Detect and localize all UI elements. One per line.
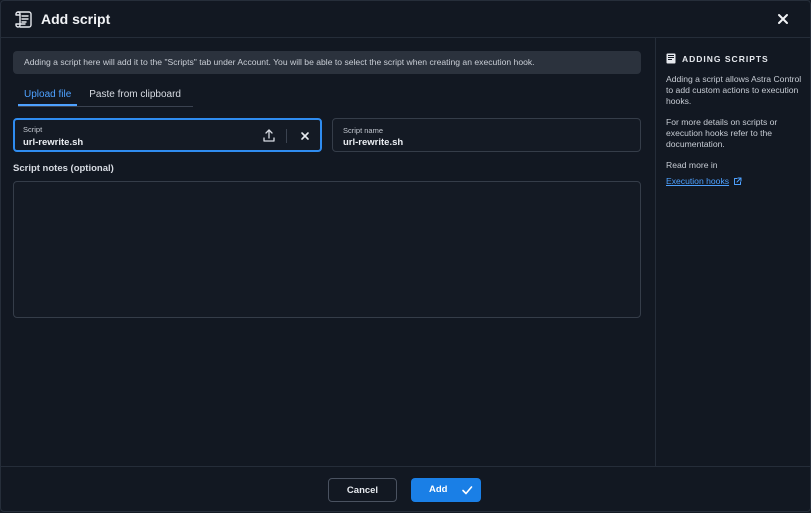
book-icon — [666, 53, 676, 64]
info-banner: Adding a script here will add it to the … — [13, 51, 641, 74]
script-file-input[interactable] — [23, 137, 243, 148]
sidebar-title-text: ADDING SCRIPTS — [682, 53, 769, 64]
close-dialog-button[interactable] — [774, 10, 792, 28]
external-link-icon — [734, 177, 742, 185]
field-divider — [286, 129, 287, 143]
script-notes-label: Script notes (optional) — [13, 163, 114, 174]
tab-paste-from-clipboard[interactable]: Paste from clipboard — [83, 87, 187, 106]
upload-icon — [263, 129, 275, 142]
script-name-input[interactable] — [343, 137, 563, 148]
cancel-button[interactable]: Cancel — [328, 478, 397, 502]
dialog-title: Add script — [41, 11, 111, 27]
tab-upload-file[interactable]: Upload file — [18, 87, 78, 106]
sidebar-title: ADDING SCRIPTS — [666, 53, 802, 64]
close-icon — [301, 132, 309, 140]
script-name-field[interactable]: Script name — [332, 118, 641, 152]
execution-hooks-link[interactable]: Execution hooks — [666, 176, 742, 186]
script-file-field[interactable]: Script — [13, 118, 322, 152]
upload-button[interactable] — [261, 128, 277, 144]
clear-script-button[interactable] — [298, 129, 312, 143]
check-icon — [462, 486, 473, 495]
source-tabs: Upload file Paste from clipboard — [18, 87, 193, 107]
sidebar-read-more: Read more in — [666, 160, 718, 170]
script-field-label: Script — [23, 125, 43, 134]
dialog-footer: Cancel Add — [1, 466, 810, 513]
add-button[interactable]: Add — [411, 478, 481, 502]
dialog-main: Adding a script here will add it to the … — [1, 38, 655, 466]
dialog-header: Add script — [1, 1, 810, 38]
add-script-dialog: Add script Adding a script here will add… — [0, 0, 811, 512]
close-icon — [778, 14, 788, 24]
add-button-label: Add — [429, 484, 448, 495]
sidebar-paragraph-1: Adding a script allows Astra Control to … — [666, 74, 802, 106]
execution-hooks-link-label: Execution hooks — [666, 176, 730, 186]
help-sidebar: ADDING SCRIPTS Adding a script allows As… — [655, 38, 811, 466]
script-name-label: Script name — [343, 126, 384, 135]
scroll-icon — [13, 8, 35, 30]
script-notes-textarea[interactable] — [13, 181, 641, 318]
sidebar-paragraph-2: For more details on scripts or execution… — [666, 117, 778, 149]
